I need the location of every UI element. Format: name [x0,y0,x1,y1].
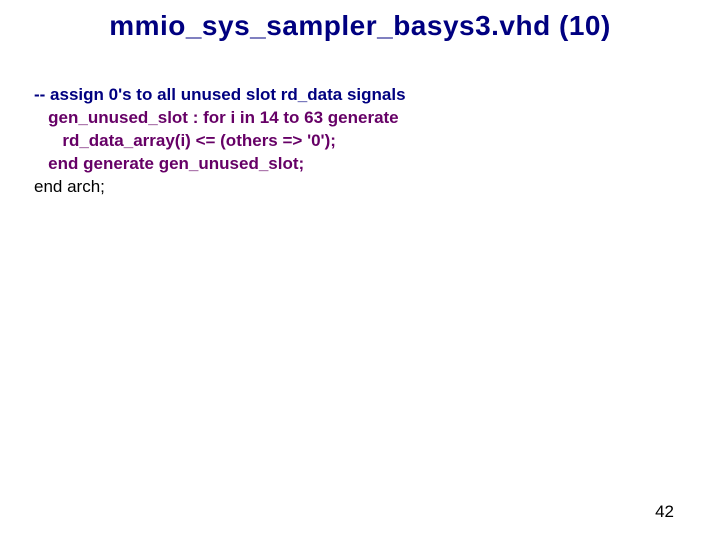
slide: mmio_sys_sampler_basys3.vhd (10) -- assi… [0,0,720,540]
code-end-arch: end arch; [34,176,686,199]
slide-title: mmio_sys_sampler_basys3.vhd (10) [0,10,720,42]
page-number: 42 [655,502,674,522]
code-block: -- assign 0's to all unused slot rd_data… [34,84,686,199]
code-comment: -- assign 0's to all unused slot rd_data… [34,84,686,107]
code-line-2: rd_data_array(i) <= (others => '0'); [34,130,686,153]
code-line-1: gen_unused_slot : for i in 14 to 63 gene… [34,107,686,130]
code-line-3: end generate gen_unused_slot; [34,153,686,176]
